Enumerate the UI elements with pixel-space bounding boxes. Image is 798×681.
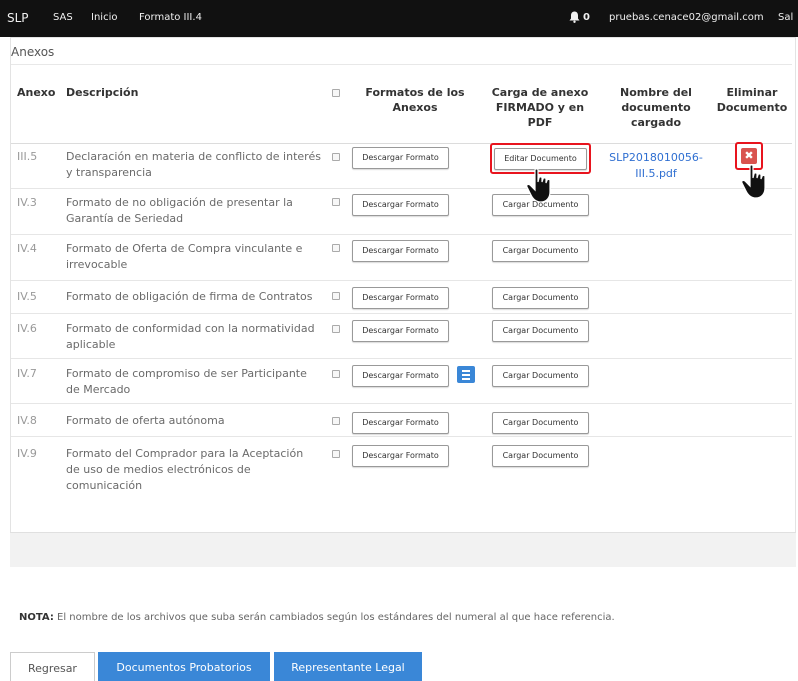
panel-divider bbox=[11, 64, 792, 65]
row-checkbox[interactable] bbox=[332, 325, 340, 333]
list-icon[interactable] bbox=[457, 366, 475, 383]
notification-count: 0 bbox=[583, 12, 590, 23]
upload-document-button[interactable]: Cargar Documento bbox=[492, 240, 589, 262]
top-navbar: SLP SAS Inicio Formato III.4 0 pruebas.c… bbox=[0, 0, 798, 37]
documentos-probatorios-button[interactable]: Documentos Probatorios bbox=[98, 652, 270, 681]
row-description: Formato del Comprador para la Aceptación… bbox=[66, 447, 304, 492]
row-code: IV.4 bbox=[17, 242, 37, 255]
download-format-button[interactable]: Descargar Formato bbox=[352, 240, 449, 262]
row-divider bbox=[11, 436, 792, 437]
header-descripcion: Descripción bbox=[66, 86, 139, 99]
row-code: IV.5 bbox=[17, 290, 37, 303]
nav-link-inicio[interactable]: Inicio bbox=[91, 12, 117, 23]
representante-legal-button[interactable]: Representante Legal bbox=[274, 652, 422, 681]
hand-pointer-icon bbox=[526, 168, 551, 203]
row-checkbox[interactable] bbox=[332, 244, 340, 252]
back-button[interactable]: Regresar bbox=[10, 652, 95, 681]
row-description: Formato de compromiso de ser Participant… bbox=[66, 367, 307, 396]
logout-link[interactable]: Sal bbox=[778, 12, 793, 23]
row-divider bbox=[11, 358, 792, 359]
row-checkbox[interactable] bbox=[332, 417, 340, 425]
row-code: IV.6 bbox=[17, 322, 37, 335]
upload-document-button[interactable]: Cargar Documento bbox=[492, 320, 589, 342]
upload-document-button[interactable]: Cargar Documento bbox=[492, 412, 589, 434]
row-description: Formato de Oferta de Compra vinculante e… bbox=[66, 242, 303, 271]
upload-document-button[interactable]: Cargar Documento bbox=[492, 445, 589, 467]
row-code: IV.3 bbox=[17, 196, 37, 209]
row-divider bbox=[11, 188, 792, 189]
note-body: El nombre de los archivos que suba serán… bbox=[53, 612, 615, 623]
row-checkbox[interactable] bbox=[332, 370, 340, 378]
upload-document-button[interactable]: Cargar Documento bbox=[492, 287, 589, 309]
select-all-checkbox[interactable] bbox=[332, 89, 340, 97]
row-checkbox[interactable] bbox=[332, 153, 340, 161]
upload-document-button[interactable]: Cargar Documento bbox=[492, 365, 589, 387]
header-nombre: Nombre del documento cargado bbox=[620, 86, 692, 129]
row-description: Declaración en materia de conflicto de i… bbox=[66, 150, 321, 179]
hand-pointer-icon bbox=[741, 164, 766, 199]
user-email[interactable]: pruebas.cenace02@gmail.com bbox=[609, 12, 764, 23]
download-format-button[interactable]: Descargar Formato bbox=[352, 147, 449, 169]
row-divider bbox=[11, 403, 792, 404]
panel-footer bbox=[10, 532, 796, 567]
note-text: NOTA: El nombre de los archivos que suba… bbox=[19, 612, 615, 623]
header-anexo: Anexo bbox=[17, 86, 56, 99]
row-code: III.5 bbox=[17, 150, 38, 163]
row-divider bbox=[11, 280, 792, 281]
header-formatos: Formatos de los Anexos bbox=[365, 86, 465, 114]
row-description: Formato de obligación de firma de Contra… bbox=[66, 290, 313, 303]
row-divider bbox=[11, 234, 792, 235]
download-format-button[interactable]: Descargar Formato bbox=[352, 412, 449, 434]
row-description: Formato de oferta autónoma bbox=[66, 414, 225, 427]
download-format-button[interactable]: Descargar Formato bbox=[352, 365, 449, 387]
delete-document-button[interactable]: ✖ bbox=[741, 148, 757, 164]
header-divider bbox=[11, 143, 792, 144]
note-label: NOTA: bbox=[19, 612, 54, 623]
header-eliminar: Eliminar Documento bbox=[716, 86, 788, 114]
uploaded-document-link[interactable]: SLP2018010056- III.5.pdf bbox=[600, 150, 712, 182]
row-divider bbox=[11, 313, 792, 314]
bell-icon[interactable] bbox=[569, 11, 580, 23]
row-description: Formato de conformidad con la normativid… bbox=[66, 322, 315, 351]
row-code: IV.7 bbox=[17, 367, 37, 380]
download-format-button[interactable]: Descargar Formato bbox=[352, 320, 449, 342]
nav-link-sas[interactable]: SAS bbox=[53, 12, 73, 23]
row-checkbox[interactable] bbox=[332, 292, 340, 300]
panel-title: Anexos bbox=[11, 45, 55, 59]
brand-logo[interactable]: SLP bbox=[7, 11, 29, 25]
header-carga: Carga de anexo FIRMADO y en PDF bbox=[491, 86, 589, 129]
download-format-button[interactable]: Descargar Formato bbox=[352, 445, 449, 467]
download-format-button[interactable]: Descargar Formato bbox=[352, 194, 449, 216]
download-format-button[interactable]: Descargar Formato bbox=[352, 287, 449, 309]
row-code: IV.9 bbox=[17, 447, 37, 460]
nav-link-formato[interactable]: Formato III.4 bbox=[139, 12, 202, 23]
row-code: IV.8 bbox=[17, 414, 37, 427]
row-checkbox[interactable] bbox=[332, 198, 340, 206]
row-checkbox[interactable] bbox=[332, 450, 340, 458]
row-description: Formato de no obligación de presentar la… bbox=[66, 196, 293, 225]
